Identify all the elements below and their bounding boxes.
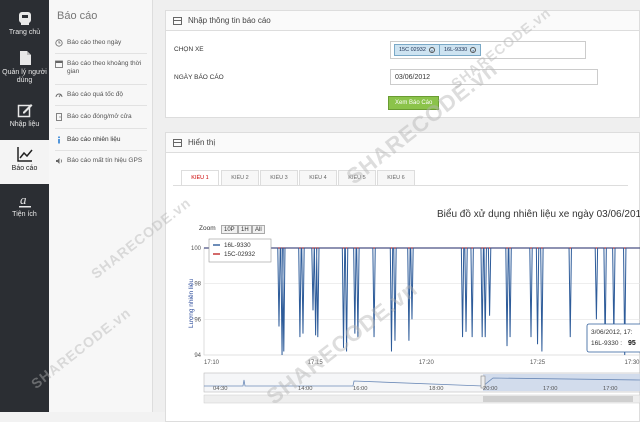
nav-home-label: Trang chủ (8, 29, 41, 36)
vehicle-chip[interactable]: 16L-9330 × (439, 44, 482, 56)
tab-kieu-1[interactable]: KIỂU 1 (181, 170, 219, 186)
nav-input-label: Nhập liệu (9, 121, 40, 128)
remove-icon[interactable]: × (470, 47, 477, 53)
y-tick-label: 96 (194, 317, 201, 323)
signal-icon (56, 158, 62, 164)
divider (55, 105, 147, 106)
door-icon (56, 113, 62, 121)
subnav-item-label: Báo cáo quá tốc độ (67, 91, 124, 98)
home-icon (18, 12, 31, 25)
vehicle-chip-label: 15C 02932 (399, 47, 426, 53)
navigator-tick-label: 17:00 (603, 386, 618, 392)
nav-utilities-label: Tiện ích (12, 211, 37, 218)
subnav-item-range[interactable]: Báo cáo theo khoảng thời gian (55, 60, 147, 76)
calendar-icon (55, 60, 63, 68)
x-tick-label: 17:20 (419, 360, 435, 366)
vehicle-chip[interactable]: 15C 02932 × (394, 44, 440, 56)
date-label: NGÀY BÁO CÁO (174, 74, 224, 81)
x-tick-label: 17:30 (624, 360, 640, 366)
legend-label: 15C-02932 (224, 251, 256, 258)
nav-reports-label: Báo cáo (11, 165, 38, 172)
remove-icon[interactable]: × (428, 47, 435, 53)
report-form-panel: Nhập thông tin báo cáo CHỌN XE 15C 02932… (165, 10, 640, 118)
x-tick-label: 17:15 (308, 360, 324, 366)
form-panel-title: Nhập thông tin báo cáo (188, 16, 271, 25)
navigator-tick-label: 20:00 (483, 386, 498, 392)
divider (55, 53, 147, 54)
edit-icon (17, 104, 32, 118)
display-panel-title: Hiển thị (188, 138, 216, 147)
navigator-tick-label: 18:00 (429, 386, 444, 392)
grid-icon (173, 17, 182, 25)
scrollbar-thumb (483, 396, 633, 402)
subnav-item-label: Báo cáo mất tín hiệu GPS (67, 157, 143, 164)
subnav-item-label: Báo cáo theo khoảng thời gian (67, 60, 142, 75)
y-tick-label: 100 (191, 246, 202, 252)
subnav-item-fuel[interactable]: Báo cáo nhiên liệu (55, 136, 147, 144)
tab-kieu-6[interactable]: KIỂU 6 (377, 170, 415, 186)
tab-kieu-5[interactable]: KIỂU 5 (338, 170, 376, 186)
nav-users-label: Quản lý người dùng (2, 69, 47, 84)
nav-reports[interactable]: Báo cáo (0, 140, 49, 184)
nav-utilities[interactable]: a Tiện ích (0, 186, 49, 230)
subnav-item-daily[interactable]: Báo cáo theo ngày (55, 39, 147, 47)
main-nav: Trang chủ Quản lý người dùng Nhập liệu B… (0, 0, 49, 412)
tab-kieu-3[interactable]: KIỂU 3 (260, 170, 298, 186)
vehicle-select[interactable]: 15C 02932 × 16L-9330 × (390, 41, 586, 59)
x-tick-label: 17:10 (204, 360, 220, 366)
divider (55, 128, 147, 129)
nav-home[interactable]: Trang chủ (0, 4, 49, 48)
display-panel-header: Hiển thị (166, 133, 639, 153)
subnav-item-door[interactable]: Báo cáo đóng/mở cửa (55, 113, 147, 121)
nav-input[interactable]: Nhập liệu (0, 96, 49, 140)
text-icon: a (18, 192, 31, 208)
legend-label: 16L-9330 (224, 242, 251, 249)
subnav-item-speed[interactable]: Báo cáo quá tốc độ (55, 91, 147, 99)
y-tick-label: 94 (194, 353, 201, 359)
document-icon (19, 51, 31, 65)
grid-icon (173, 139, 182, 147)
fuel-chart: Biểu đồ xử dụng nhiên liệu xe ngày 03/06… (188, 208, 640, 404)
navigator-tick-label: 04:30 (213, 386, 228, 392)
view-report-button[interactable]: Xem Báo Cáo (388, 96, 440, 110)
divider (55, 150, 147, 151)
vehicle-chip-label: 16L-9330 (444, 47, 468, 53)
speed-icon (55, 93, 63, 98)
report-subnav: Báo cáo Báo cáo theo ngày Báo cáo theo k… (49, 0, 153, 412)
subnav-item-label: Báo cáo nhiên liệu (67, 136, 121, 143)
tab-underline (173, 185, 628, 186)
tooltip-value: 95 (628, 340, 636, 347)
tooltip-series: 16L-9330 : (591, 340, 622, 347)
date-field[interactable]: 03/06/2012 (390, 69, 598, 85)
clock-icon (55, 39, 63, 47)
x-tick-label: 17:25 (530, 360, 546, 366)
plot-area (203, 247, 640, 356)
divider (55, 84, 147, 85)
tab-kieu-4[interactable]: KIỂU 4 (299, 170, 337, 186)
nav-users[interactable]: Quản lý người dùng (0, 44, 49, 94)
svg-text:a: a (20, 192, 27, 207)
tab-kieu-2[interactable]: KIỂU 2 (221, 170, 259, 186)
chart-icon (16, 147, 33, 162)
subnav-title: Báo cáo (57, 10, 98, 22)
y-tick-label: 98 (194, 282, 201, 288)
navigator-tick-label: 16:00 (353, 386, 368, 392)
form-panel-header: Nhập thông tin báo cáo (166, 11, 639, 31)
navigator-tick-label: 14:00 (298, 386, 313, 392)
fuel-icon (58, 136, 60, 144)
chart-title: Biểu đồ xử dụng nhiên liệu xe ngày 03/06… (437, 208, 640, 220)
subnav-item-label: Báo cáo theo ngày (67, 39, 122, 46)
subnav-item-gps[interactable]: Báo cáo mất tín hiệu GPS (55, 157, 147, 165)
navigator-tick-label: 17:00 (543, 386, 558, 392)
series-line-16l (204, 247, 640, 356)
subnav-item-label: Báo cáo đóng/mở cửa (67, 113, 132, 120)
vehicle-label: CHỌN XE (174, 46, 204, 53)
tooltip-date: 3/06/2012, 17: (591, 329, 633, 336)
